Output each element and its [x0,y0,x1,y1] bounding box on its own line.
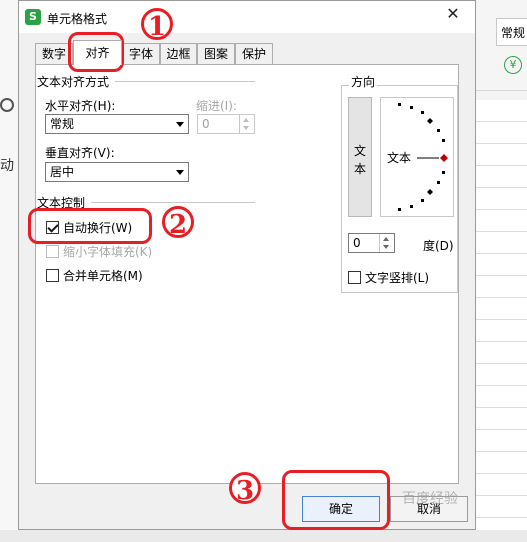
watermark: 百度经验 [402,491,458,507]
tab-alignment[interactable]: 对齐 [73,40,122,65]
stacked-text-label[interactable]: 文字竖排(L) [365,269,429,286]
horizontal-align-label: 水平对齐(H): [45,99,116,113]
number-format-dropdown[interactable]: 常规 [496,18,527,46]
annotation-highlight-wrap [28,208,152,244]
tab-protection[interactable]: 保护 [235,43,273,64]
dialog-titlebar: S 单元格格式 ✕ [19,1,475,33]
annotation-step-2: 2 [162,206,194,240]
tab-border[interactable]: 边框 [160,43,197,64]
orientation-dial-graphic: 文本 [387,103,448,211]
annotation-step-1: 1 [141,8,173,42]
dial-text: 文本 [387,150,411,165]
format-cells-dialog: S 单元格格式 ✕ 数字 对齐 字体 边框 图案 保护 文本对齐方式 水平对齐(… [18,0,476,530]
orientation-dial[interactable]: 文本 [380,97,454,217]
chevron-down-icon [176,170,184,175]
shrink-to-fit-label: 缩小字体填充(K) [63,245,153,259]
chevron-down-icon [176,122,184,127]
close-button[interactable]: ✕ [431,1,475,27]
stacked-text-checkbox[interactable] [348,271,361,284]
merge-cells-checkbox[interactable] [46,269,59,282]
indent-spin-buttons [239,115,254,133]
vertical-align-select[interactable]: 居中 [45,162,189,182]
indent-stepper: 0 [197,114,255,134]
dialog-title: 单元格格式 [47,12,108,26]
annotation-step-3: 3 [229,472,261,506]
horizontal-align-select[interactable]: 常规 [45,114,189,134]
tab-font[interactable]: 字体 [122,43,160,64]
merge-cells-label[interactable]: 合并单元格(M) [63,267,143,284]
section-divider [115,81,255,82]
vertical-text-button[interactable]: 文 本 [348,97,372,217]
spreadsheet-grid [476,100,527,540]
text-alignment-section-title: 文本对齐方式 [37,75,110,89]
degrees-spin-buttons[interactable] [379,234,394,252]
currency-icon[interactable]: ¥ [504,56,522,74]
spreadsheet-left-edge: 动 [0,0,18,542]
cell-text-fragment: 动 [0,158,14,174]
sheet-tabs-bar [0,530,527,542]
degrees-stepper[interactable]: 0 [348,233,395,253]
degrees-label: 度(D) [423,239,454,253]
wps-app-icon: S [25,9,41,25]
indent-label: 缩进(I): [196,99,237,113]
ribbon-area: 常规 ¥ [476,0,527,91]
orientation-marker[interactable] [440,154,448,162]
vertical-align-label: 垂直对齐(V): [45,146,115,160]
tab-pattern[interactable]: 图案 [197,43,235,64]
shrink-to-fit-checkbox [46,245,59,258]
section-divider [91,202,255,203]
orientation-title: 方向 [349,73,378,90]
search-icon [0,98,14,112]
annotation-highlight-ok [282,470,390,530]
